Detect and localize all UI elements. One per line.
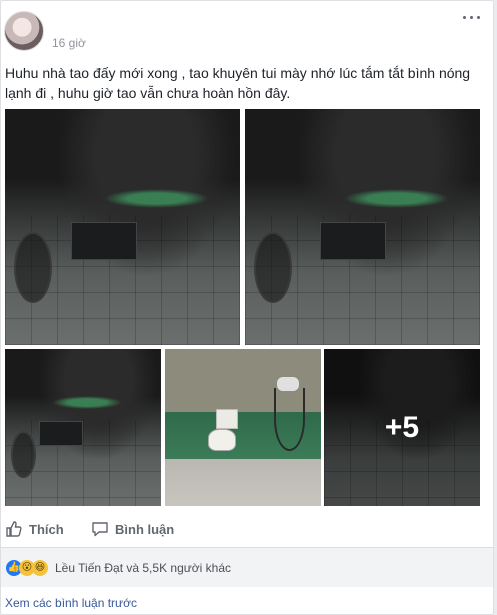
thumbs-up-icon [6,521,22,537]
post-text: Huhu nhà tao đấy mới xong , tao khuyên t… [5,65,471,101]
post-photo-5[interactable]: +5 [324,349,480,506]
post-actions: Thích Bình luận [1,513,493,545]
more-photos-overlay[interactable]: +5 [324,349,480,506]
haha-icon[interactable]: 😆 [32,560,48,576]
reactions-summary[interactable]: Lều Tiến Đạt và 5,5K người khác [55,561,231,575]
post-photo-3[interactable] [5,349,161,506]
more-options-icon[interactable] [463,13,481,23]
reactions-bar: 👍 😮 😆 Lều Tiến Đạt và 5,5K người khác [1,547,493,587]
comment-icon [92,522,108,537]
comment-button[interactable]: Bình luận [91,519,174,539]
post-photo-1[interactable] [5,109,240,345]
author-avatar[interactable] [4,11,44,51]
like-button[interactable]: Thích [5,519,64,539]
post-timestamp[interactable]: 16 giờ [52,36,86,50]
toilet-image [204,408,245,462]
post-photo-2[interactable] [245,109,480,345]
post-header: 16 giờ [1,1,493,61]
post-photo-4[interactable] [165,349,321,506]
more-photos-count: +5 [384,410,420,444]
view-previous-comments-link[interactable]: Xem các bình luận trước [5,596,137,610]
like-label: Thích [29,521,64,537]
comment-label: Bình luận [115,521,175,537]
facebook-post-card: 16 giờ Huhu nhà tao đấy mới xong , tao k… [0,0,494,615]
